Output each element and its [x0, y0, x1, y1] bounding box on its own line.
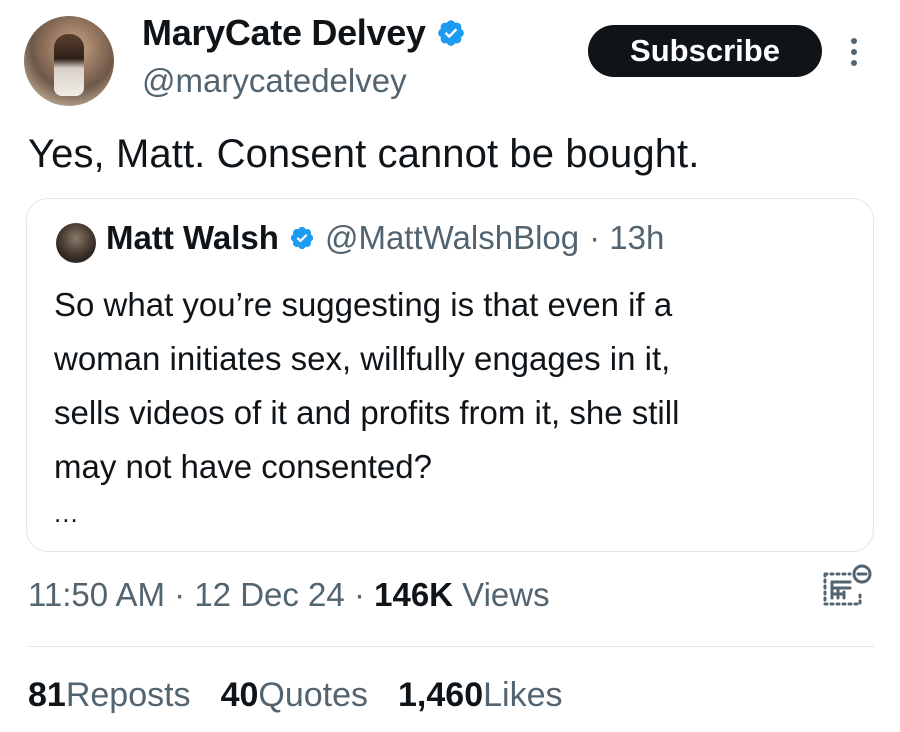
quoted-author-handle: @MattWalshBlog — [324, 219, 580, 256]
author-name-row[interactable]: MaryCate Delvey — [142, 12, 466, 54]
quoted-text-line: woman initiates sex, willfully engages i… — [54, 340, 671, 377]
reposts-label: Reposts — [65, 676, 191, 714]
analytics-icon[interactable] — [820, 562, 874, 610]
likes-stat[interactable]: 1,460Likes — [398, 676, 562, 715]
avatar-photo — [54, 34, 84, 96]
quoted-tweet-text: So what you’re suggesting is that even i… — [54, 278, 679, 494]
reposts-stat[interactable]: 81Reposts — [28, 676, 191, 715]
engagement-stats: 81Reposts 40Quotes 1,460Likes — [28, 676, 562, 715]
quoted-tweet-header: Matt Walsh @MattWalshBlog · 13h — [106, 219, 664, 257]
quoted-tweet-time: · 13h — [589, 219, 665, 256]
quoted-author-name: Matt Walsh — [106, 219, 279, 256]
divider — [28, 646, 874, 647]
quoted-text-line: sells videos of it and profits from it, … — [54, 394, 680, 431]
quoted-text-line: So what you’re suggesting is that even i… — [54, 286, 673, 323]
subscribe-button[interactable]: Subscribe — [588, 25, 822, 77]
tweet-date[interactable]: 12 Dec 24 — [194, 576, 344, 613]
quoted-text-line: may not have consented? — [54, 448, 432, 485]
views-count: 146K — [374, 576, 453, 613]
quotes-count: 40 — [220, 676, 259, 714]
views-label: Views — [462, 576, 550, 613]
author-avatar[interactable] — [24, 16, 114, 106]
quoted-author-avatar — [56, 223, 96, 263]
quotes-label: Quotes — [258, 676, 369, 714]
author-name[interactable]: MaryCate Delvey — [142, 12, 426, 54]
more-options-icon[interactable] — [848, 36, 860, 68]
quotes-stat[interactable]: 40Quotes — [221, 676, 368, 715]
tweet-time[interactable]: 11:50 AM — [28, 576, 165, 613]
likes-count: 1,460 — [398, 676, 484, 714]
verified-badge-icon — [437, 20, 464, 46]
quoted-tweet-ellipsis: ... — [54, 498, 79, 528]
reposts-count: 81 — [28, 676, 66, 714]
author-handle[interactable]: @marycatedelvey — [142, 62, 407, 100]
meta-separator: · — [174, 576, 186, 613]
tweet-text: Yes, Matt. Consent cannot be bought. — [28, 132, 700, 176]
meta-separator: · — [353, 576, 365, 613]
likes-label: Likes — [483, 676, 563, 714]
verified-badge-icon — [290, 226, 314, 250]
tweet-meta: 11:50 AM · 12 Dec 24 · 146K Views — [28, 576, 550, 614]
